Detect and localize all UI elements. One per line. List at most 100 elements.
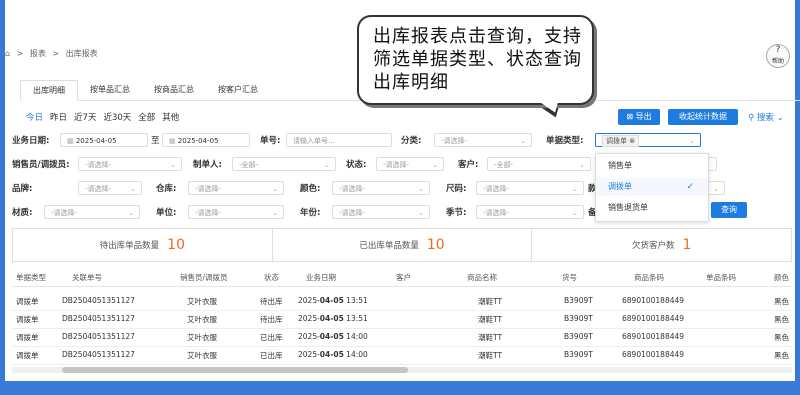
scrollbar-thumb[interactable]	[62, 367, 408, 373]
summary-bar: 待出库单品数量 10 已出库单品数量 10 欠货客户数 1	[12, 228, 792, 262]
chevron-down-icon: ⌄	[170, 161, 176, 169]
doc-type-tag: 调拨单 ⊗	[602, 135, 640, 147]
quick-date-all[interactable]: 全部	[138, 111, 155, 123]
help-button[interactable]: ? 帮助	[766, 44, 790, 68]
status-select[interactable]: -请选择- ⌄	[376, 157, 444, 171]
window-frame-right	[795, 0, 800, 395]
home-icon[interactable]: ⌂	[5, 49, 10, 58]
tab-by-product[interactable]: 按商品汇总	[142, 80, 206, 100]
material-select[interactable]: -请选择- ⌄	[44, 205, 140, 219]
calendar-icon: ▦	[169, 137, 178, 145]
table-row[interactable]: 调拨单 DB2504051351127 艾叶衣服 已出库 2025-04-05 …	[12, 328, 792, 347]
col-product-name[interactable]: 商品名称	[467, 272, 497, 283]
chevron-down-icon: ⌄	[579, 161, 585, 169]
callout-text: 出库报表点击查询，支持筛选单据类型、状态查询出库明细	[373, 26, 582, 93]
doc-no-input[interactable]: 请输入单号...	[286, 133, 392, 147]
maker-label: 制单人:	[193, 160, 222, 170]
date-to-input[interactable]: ▦ 2025-04-05	[162, 133, 250, 147]
col-related-no[interactable]: 关联单号	[72, 272, 102, 283]
doc-type-option-sales[interactable]: 销售单	[596, 157, 708, 175]
excel-icon: ⊠	[626, 112, 634, 121]
season-label: 季节:	[446, 208, 467, 218]
maker-select[interactable]: -全部- ⌄	[232, 157, 336, 171]
chevron-down-icon: ⌄	[272, 185, 278, 193]
quick-date-7days[interactable]: 近7天	[74, 111, 96, 123]
col-salesperson[interactable]: 销售员/调拨员	[180, 272, 228, 283]
window-frame-left	[0, 0, 5, 395]
query-button[interactable]: 查询	[711, 202, 747, 218]
brand-select[interactable]: -请选择- ⌄	[78, 181, 142, 195]
customer-select[interactable]: -全部- ⌄	[487, 157, 591, 171]
doc-type-label: 单据类型:	[546, 136, 584, 146]
quick-date-30days[interactable]: 近30天	[103, 111, 131, 123]
date-range-sep: 至	[151, 136, 160, 146]
customer-label: 客户:	[458, 160, 479, 170]
breadcrumb-item-outbound[interactable]: 出库报表	[66, 49, 98, 58]
check-icon: ✓	[686, 182, 694, 192]
chevron-down-icon: ⌄	[418, 209, 424, 217]
table-row[interactable]: 调拨单 DB2504051351127 艾叶衣服 已出库 2025-04-05 …	[12, 346, 792, 365]
season-select[interactable]: -请选择- ⌄	[476, 205, 584, 219]
summary-backorder-customers: 欠货客户数 1	[631, 237, 692, 253]
chevron-down-icon: ⌄	[128, 209, 134, 217]
chevron-down-icon: ⌄	[324, 161, 330, 169]
quick-date-yesterday[interactable]: 昨日	[50, 111, 67, 123]
export-button[interactable]: ⊠ 导出	[618, 109, 660, 125]
doc-type-option-transfer[interactable]: 调拨单 ✓	[596, 178, 708, 196]
chevron-down-icon: ⌄	[432, 161, 438, 169]
category-select[interactable]: -请选择- ⌄	[434, 133, 532, 147]
color-select[interactable]: -请选择- ⌄	[332, 181, 430, 195]
salesperson-label: 销售员/调拨员:	[12, 160, 70, 170]
doc-type-select[interactable]: 调拨单 ⊗ ⌄	[595, 133, 701, 147]
horizontal-scrollbar[interactable]	[12, 367, 792, 373]
search-icon: ⚲	[748, 113, 755, 123]
size-select[interactable]: -请选择- ⌄	[476, 181, 584, 195]
table-header: 单据类型 关联单号 销售员/调拨员 状态 业务日期 客户 商品名称 货号 商品条…	[12, 268, 792, 287]
tab-by-customer[interactable]: 按客户汇总	[206, 80, 270, 100]
more-search-link[interactable]: ⚲ 搜索 ⌄	[748, 111, 784, 123]
breadcrumb-item-reports[interactable]: 报表	[30, 49, 46, 58]
col-doc-type[interactable]: 单据类型	[16, 272, 46, 283]
salesperson-select[interactable]: -请选择- ⌄	[78, 157, 182, 171]
breadcrumb-sep: >	[52, 49, 60, 58]
year-select[interactable]: -请选择- ⌄	[332, 205, 430, 219]
question-icon: ?	[775, 45, 781, 55]
col-item-no[interactable]: 货号	[562, 272, 577, 283]
year-label: 年份:	[300, 208, 321, 218]
brand-label: 品牌:	[12, 184, 33, 194]
chevron-down-icon: ⌄	[272, 209, 278, 217]
col-sku-barcode[interactable]: 单品条码	[706, 272, 736, 283]
col-product-barcode[interactable]: 商品条码	[634, 272, 664, 283]
doc-type-dropdown: 销售单 调拨单 ✓ 销售退货单	[595, 153, 709, 222]
breadcrumb-sep: >	[16, 49, 24, 58]
chevron-down-icon: ⌄	[418, 185, 424, 193]
quick-date-filters: 今日 昨日 近7天 近30天 全部 其他	[26, 111, 179, 123]
col-status[interactable]: 状态	[264, 272, 279, 283]
table-row[interactable]: 调拨单 DB2504051351127 艾叶衣服 待出库 2025-04-05 …	[12, 292, 792, 311]
unit-label: 单位:	[156, 208, 177, 218]
chevron-down-icon: ⌄	[689, 137, 695, 145]
tab-outbound-detail[interactable]: 出库明细	[20, 80, 78, 101]
chevron-down-icon: ⌄	[572, 209, 578, 217]
table-row[interactable]: 调拨单 DB2504051351127 艾叶衣服 待出库 2025-04-05 …	[12, 310, 792, 329]
category-label: 分类:	[401, 136, 422, 146]
collapse-stats-button[interactable]: 收起统计数据	[668, 109, 738, 125]
material-label: 材质:	[12, 208, 33, 218]
quick-date-other[interactable]: 其他	[162, 111, 179, 123]
chevron-down-icon: ⌄	[130, 185, 136, 193]
window-frame-bottom	[0, 381, 800, 395]
col-color[interactable]: 颜色	[774, 272, 789, 283]
close-icon[interactable]: ⊗	[629, 137, 635, 145]
col-customer[interactable]: 客户	[396, 272, 411, 283]
date-from-input[interactable]: ▦ 2025-04-05	[60, 133, 148, 147]
status-label: 状态:	[346, 160, 367, 170]
size-label: 尺码:	[446, 184, 467, 194]
doc-no-label: 单号:	[260, 136, 281, 146]
tab-by-sku[interactable]: 按单品汇总	[78, 80, 142, 100]
col-biz-date[interactable]: 业务日期	[306, 272, 336, 283]
warehouse-label: 仓库:	[156, 184, 177, 194]
warehouse-select[interactable]: -请选择- ⌄	[188, 181, 284, 195]
unit-select[interactable]: -请选择- ⌄	[188, 205, 284, 219]
doc-type-option-sales-return[interactable]: 销售退货单	[596, 199, 708, 217]
quick-date-today[interactable]: 今日	[26, 111, 43, 123]
